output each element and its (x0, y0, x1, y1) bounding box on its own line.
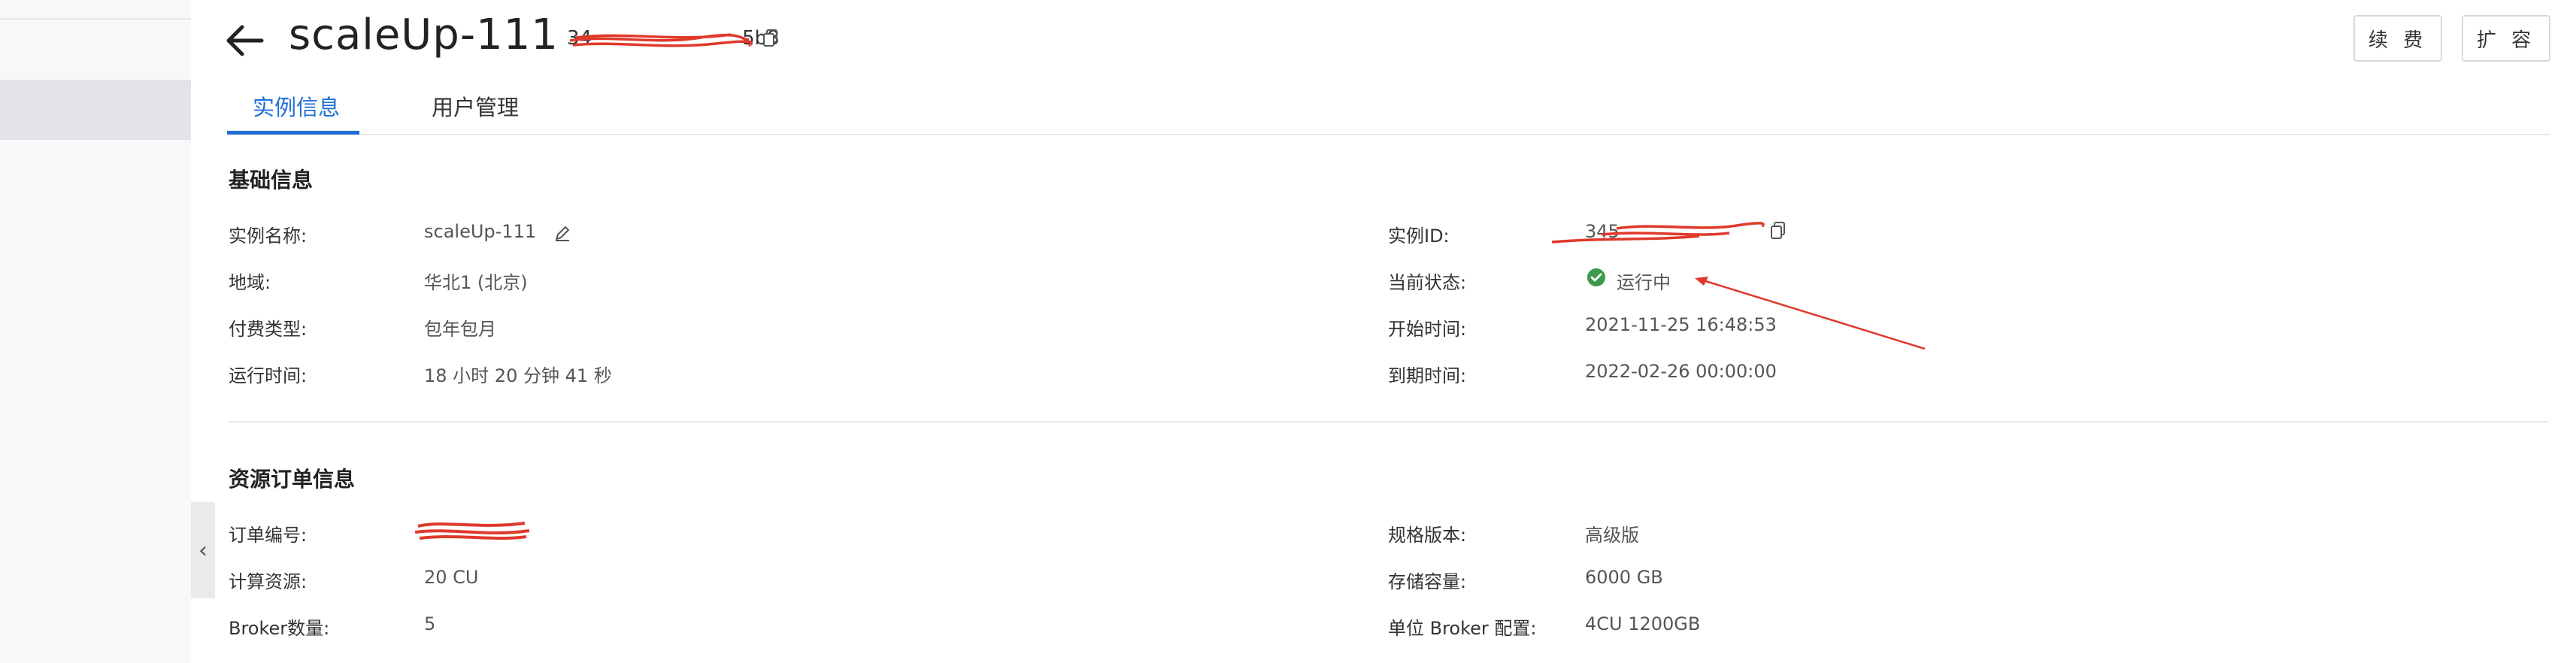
label-compute-resource: 计算资源: (229, 571, 308, 592)
value-instance-id: 345 (1585, 221, 1620, 242)
label-run-time: 运行时间: (229, 365, 308, 386)
value-run-time: 18 小时 20 分钟 41 秒 (424, 365, 612, 386)
tab-active-indicator (227, 131, 359, 135)
value-broker-config: 4CU 1200GB (1585, 613, 1701, 634)
sidebar-divider (0, 18, 191, 20)
tab-divider (227, 134, 2550, 135)
edit-icon[interactable] (553, 224, 571, 242)
label-instance-id: 实例ID: (1388, 226, 1450, 247)
value-broker-count: 5 (424, 613, 436, 634)
redaction-scribble (414, 522, 530, 540)
value-current-status: 运行中 (1617, 272, 1671, 293)
label-region: 地域: (229, 272, 271, 293)
value-payment-type: 包年包月 (424, 319, 496, 340)
sidebar (0, 0, 191, 663)
label-expire-time: 到期时间: (1388, 365, 1467, 386)
page-title: scaleUp-111 (289, 11, 559, 59)
value-storage-capacity: 6000 GB (1585, 567, 1663, 588)
label-broker-count: Broker数量: (229, 618, 330, 639)
label-start-time: 开始时间: (1388, 319, 1467, 340)
tab-user-management[interactable]: 用户管理 (432, 90, 519, 122)
label-spec-version: 规格版本: (1388, 525, 1467, 546)
annotation-arrow (1695, 277, 1926, 350)
value-start-time: 2021-11-25 16:48:53 (1585, 314, 1777, 335)
renew-button[interactable]: 续 费 (2353, 15, 2442, 62)
value-instance-name: scaleUp-111 (424, 221, 537, 242)
scale-up-button[interactable]: 扩 容 (2462, 15, 2550, 62)
tab-instance-info[interactable]: 实例信息 (253, 90, 340, 122)
value-region: 华北1 (北京) (424, 272, 528, 293)
check-circle-icon (1587, 268, 1605, 286)
label-instance-name: 实例名称: (229, 226, 308, 247)
section-divider (229, 421, 2549, 422)
chevron-left-icon: ‹ (199, 537, 208, 564)
redaction-scribble (1551, 222, 1765, 244)
copy-icon[interactable] (1770, 221, 1787, 241)
value-spec-version: 高级版 (1585, 525, 1639, 546)
instance-id-header: 34 5b8 (567, 27, 780, 50)
sidebar-collapse-button[interactable]: ‹ (191, 502, 215, 598)
label-storage-capacity: 存储容量: (1388, 571, 1467, 592)
label-order-number: 订单编号: (229, 525, 308, 546)
back-arrow-icon[interactable] (224, 20, 266, 62)
label-payment-type: 付费类型: (229, 319, 308, 340)
section-title-order-info: 资源订单信息 (229, 467, 356, 492)
instance-id-prefix: 34 (567, 27, 592, 50)
value-expire-time: 2022-02-26 00:00:00 (1585, 361, 1777, 382)
sidebar-item-active[interactable] (0, 80, 191, 140)
label-current-status: 当前状态: (1388, 272, 1467, 293)
section-title-basic-info: 基础信息 (229, 168, 314, 192)
label-broker-config: 单位 Broker 配置: (1388, 618, 1537, 639)
copy-icon[interactable] (762, 29, 779, 48)
value-compute-resource: 20 CU (424, 567, 479, 588)
